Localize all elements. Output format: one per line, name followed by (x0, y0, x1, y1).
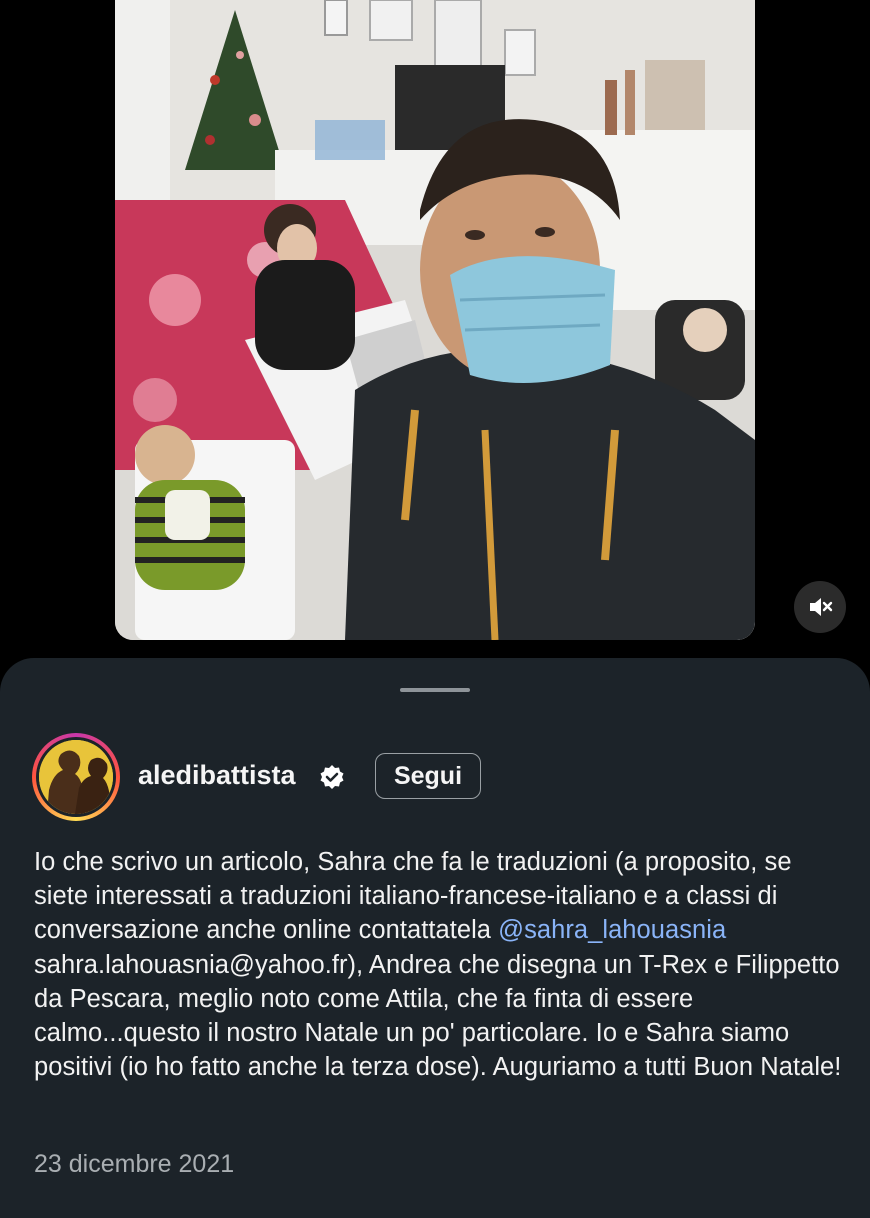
verified-badge-icon (320, 765, 344, 789)
caption-text-part2: sahra.lahouasnia@yahoo.fr), Andrea che d… (34, 950, 842, 1082)
post-photo[interactable] (115, 0, 755, 640)
profile-avatar-story-ring[interactable] (32, 733, 120, 821)
avatar-silhouettes-icon (39, 740, 113, 814)
sheet-drag-handle[interactable] (400, 688, 470, 692)
post-caption: Io che scrivo un articolo, Sahra che fa … (34, 845, 844, 1084)
post-photo-illustration (115, 0, 755, 640)
caption-mention-link[interactable]: @sahra_lahouasnia (498, 916, 726, 944)
follow-button[interactable]: Segui (375, 753, 481, 799)
speaker-muted-icon (810, 598, 833, 616)
avatar (39, 740, 113, 814)
post-date: 23 dicembre 2021 (34, 1150, 235, 1178)
username[interactable]: aledibattista (138, 760, 296, 791)
mute-button[interactable] (794, 581, 846, 633)
